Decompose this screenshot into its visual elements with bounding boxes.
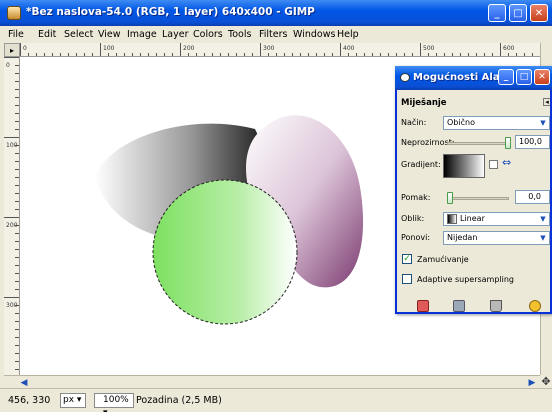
close-button[interactable]: ✕: [530, 4, 548, 22]
dithering-label: Zamućivanje: [417, 255, 469, 264]
green-gradient-circle: [153, 180, 297, 324]
menu-windows[interactable]: Windows: [293, 29, 335, 40]
ruler-label: 300: [6, 302, 18, 309]
opacity-slider[interactable]: [447, 142, 509, 145]
dialog-close-button[interactable]: ✕: [534, 69, 550, 85]
minimize-button[interactable]: _: [488, 4, 506, 22]
ruler-label: 400: [343, 45, 355, 52]
section-title: Miješanje: [401, 98, 447, 108]
vertical-ruler-ticks: 0 100 200 300: [4, 57, 19, 370]
ruler-label: 300: [263, 45, 275, 52]
dialog-menu-button[interactable]: ◂: [543, 98, 550, 106]
horizontal-scrollbar[interactable]: ◀ ▶: [4, 375, 540, 388]
repeat-select[interactable]: Nijedan ▼: [443, 231, 550, 245]
title-bar[interactable]: *Bez naslova-54.0 (RGB, 1 layer) 640x400…: [0, 0, 552, 26]
shape-value: Linear: [460, 214, 485, 223]
repeat-value: Nijedan: [447, 233, 478, 242]
tool-options-dialog: Mogućnosti Alata _ □ ✕ Miješanje ◂ Način…: [395, 66, 552, 314]
ruler-label: 200: [6, 222, 18, 229]
dialog-maximize-button[interactable]: □: [516, 69, 532, 85]
menu-image[interactable]: Image: [127, 29, 157, 40]
menu-bar: File Edit Select View Image Layer Colors…: [0, 26, 552, 43]
menu-select[interactable]: Select: [64, 29, 93, 40]
repeat-label: Ponovi:: [401, 233, 431, 242]
linear-shape-icon: [447, 214, 457, 224]
ruler-label: 100: [103, 45, 115, 52]
quick-mask-corner-button[interactable]: ▸: [4, 43, 20, 57]
menu-view[interactable]: View: [98, 29, 121, 40]
mode-select[interactable]: Obično ▼: [443, 116, 550, 130]
tool-options-title-bar[interactable]: Mogućnosti Alata _ □ ✕: [395, 66, 552, 90]
menu-file[interactable]: File: [8, 29, 24, 40]
ruler-label: 0: [23, 45, 27, 52]
mode-value: Obično: [447, 118, 475, 127]
maximize-button[interactable]: □: [509, 4, 527, 22]
menu-edit[interactable]: Edit: [38, 29, 56, 40]
ruler-label: 500: [423, 45, 435, 52]
pointer-coordinates: 456, 330: [8, 395, 51, 406]
shape-select[interactable]: Linear ▼: [443, 212, 550, 226]
zoom-select[interactable]: 100% ▾: [94, 393, 134, 412]
offset-value: 0,0: [528, 192, 541, 201]
adaptive-supersampling-checkbox[interactable]: [402, 274, 412, 284]
adaptive-supersampling-label: Adaptive supersampling: [417, 275, 515, 284]
delete-icon[interactable]: [490, 300, 502, 312]
menu-tools[interactable]: Tools: [228, 29, 251, 40]
ruler-label: 600: [503, 45, 515, 52]
gradient-preview-button[interactable]: [443, 154, 485, 178]
horizontal-ruler-ticks: 0 100 200 300 400 500 600: [20, 43, 533, 56]
status-bar: 456, 330 px ▾ 100% ▾ Pozadina (2,5 MB): [0, 388, 552, 412]
window-title: *Bez naslova-54.0 (RGB, 1 layer) 640x400…: [26, 6, 315, 18]
shape-label: Oblik:: [401, 214, 425, 223]
tool-options-title: Mogućnosti Alata: [413, 72, 512, 83]
gradient-label: Gradijent:: [401, 160, 441, 169]
menu-layer[interactable]: Layer: [162, 29, 189, 40]
ruler-label: 0: [6, 62, 10, 69]
unit-value: px: [63, 395, 75, 405]
mode-label: Način:: [401, 118, 427, 127]
opacity-value: 100,0: [519, 137, 542, 146]
swap-arrows-icon[interactable]: ⇔: [502, 157, 520, 169]
opacity-slider-handle[interactable]: [505, 137, 511, 149]
scroll-left-arrow[interactable]: ◀: [18, 377, 30, 388]
dithering-checkbox[interactable]: ✓: [402, 254, 412, 264]
reverse-gradient-checkbox[interactable]: [489, 160, 498, 169]
layer-info: Pozadina (2,5 MB): [136, 395, 222, 406]
offset-slider-handle[interactable]: [447, 192, 453, 204]
chevron-down-icon: ▼: [540, 215, 546, 223]
chevron-down-icon: ▼: [540, 119, 546, 127]
vertical-ruler[interactable]: 0 100 200 300: [4, 57, 20, 375]
scroll-right-arrow[interactable]: ▶: [526, 377, 538, 388]
chevron-down-icon: ▼: [540, 234, 546, 242]
ruler-label: 200: [183, 45, 195, 52]
menu-filters[interactable]: Filters: [259, 29, 287, 40]
offset-label: Pomak:: [401, 193, 431, 202]
zoom-value: 100%: [103, 395, 129, 405]
menu-colors[interactable]: Colors: [193, 29, 223, 40]
dialog-minimize-button[interactable]: _: [498, 69, 514, 85]
horizontal-ruler[interactable]: 0 100 200 300 400 500 600: [20, 43, 540, 57]
navigate-icon[interactable]: ✥: [540, 375, 552, 388]
unit-select[interactable]: px ▾: [60, 393, 86, 408]
ruler-label: 100: [6, 142, 18, 149]
offset-spinbox[interactable]: 0,0: [515, 190, 550, 204]
menu-help[interactable]: Help: [337, 29, 359, 40]
tool-options-body: Miješanje ◂ Način: Obično ▼ Neprozirnost…: [397, 90, 550, 312]
dialog-eye-icon: [400, 73, 410, 82]
gimp-app-icon[interactable]: [7, 6, 21, 20]
offset-slider[interactable]: [447, 197, 509, 200]
save-icon[interactable]: [417, 300, 429, 312]
opacity-spinbox[interactable]: 100,0: [515, 135, 550, 149]
reset-icon[interactable]: [529, 300, 541, 312]
restore-icon[interactable]: [453, 300, 465, 312]
